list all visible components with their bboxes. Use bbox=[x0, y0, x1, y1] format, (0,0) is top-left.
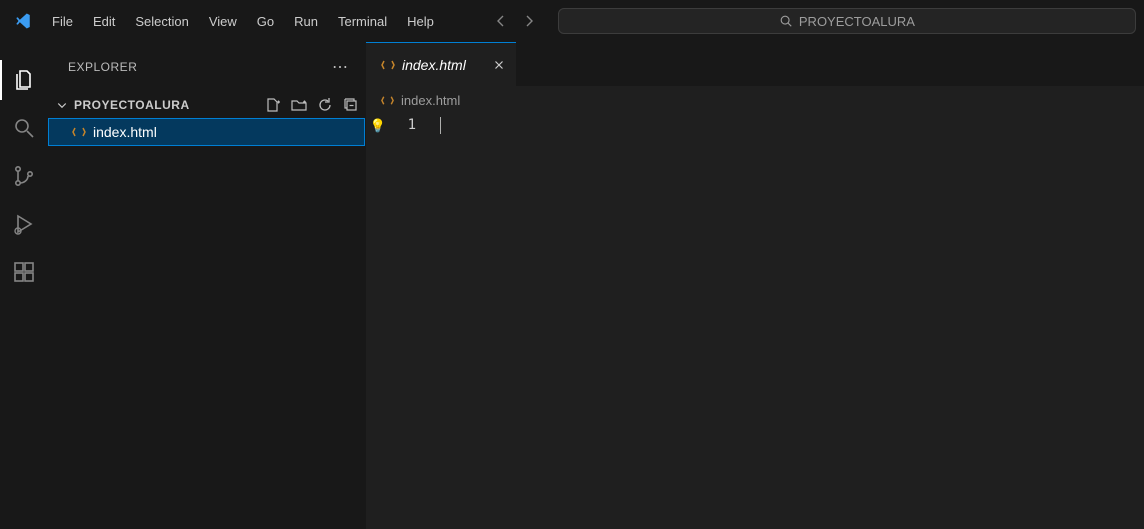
nav-arrows bbox=[488, 8, 542, 34]
folder-name: PROYECTOALURA bbox=[74, 98, 261, 112]
folder-header[interactable]: PROYECTOALURA bbox=[48, 92, 365, 118]
chevron-down-icon bbox=[54, 99, 70, 111]
html-file-icon bbox=[380, 93, 395, 108]
main: EXPLORER ⋯ PROYECTOALURA bbox=[0, 42, 1144, 529]
menu-help[interactable]: Help bbox=[397, 8, 444, 35]
activity-bar bbox=[0, 42, 48, 529]
activity-source-control[interactable] bbox=[0, 152, 48, 200]
menu-selection[interactable]: Selection bbox=[125, 8, 198, 35]
nav-forward-button[interactable] bbox=[516, 8, 542, 34]
menu-file[interactable]: File bbox=[42, 8, 83, 35]
refresh-icon[interactable] bbox=[317, 97, 333, 113]
menu-terminal[interactable]: Terminal bbox=[328, 8, 397, 35]
text-cursor bbox=[440, 117, 441, 134]
activity-run-debug[interactable] bbox=[0, 200, 48, 248]
vscode-logo-icon bbox=[8, 12, 38, 30]
line-number: 1 bbox=[390, 117, 424, 133]
explorer-header: EXPLORER ⋯ bbox=[48, 42, 365, 92]
activity-search[interactable] bbox=[0, 104, 48, 152]
menu-view[interactable]: View bbox=[199, 8, 247, 35]
collapse-all-icon[interactable] bbox=[343, 97, 359, 113]
glyph-margin: 💡 bbox=[366, 114, 390, 529]
activity-explorer[interactable] bbox=[0, 56, 48, 104]
tab-title: index.html bbox=[402, 57, 466, 73]
nav-back-button[interactable] bbox=[488, 8, 514, 34]
explorer-more-icon[interactable]: ⋯ bbox=[332, 57, 349, 77]
tab-index-html[interactable]: index.html bbox=[366, 42, 516, 86]
activity-extensions[interactable] bbox=[0, 248, 48, 296]
editor-area: index.html index.html 💡 1 bbox=[366, 42, 1144, 529]
html-file-icon bbox=[380, 57, 396, 73]
new-file-icon[interactable] bbox=[265, 97, 281, 113]
command-center-label: PROYECTOALURA bbox=[799, 14, 915, 29]
tabs-row: index.html bbox=[366, 42, 1144, 86]
explorer-sidebar: EXPLORER ⋯ PROYECTOALURA bbox=[48, 42, 366, 529]
menu-go[interactable]: Go bbox=[247, 8, 284, 35]
menu-run[interactable]: Run bbox=[284, 8, 328, 35]
html-file-icon bbox=[71, 124, 87, 140]
new-folder-icon[interactable] bbox=[291, 97, 307, 113]
search-icon bbox=[779, 14, 793, 28]
code-content[interactable] bbox=[424, 114, 1144, 529]
tree-item-index-html[interactable]: index.html bbox=[48, 118, 365, 146]
menu-edit[interactable]: Edit bbox=[83, 8, 125, 35]
explorer-title: EXPLORER bbox=[68, 60, 137, 74]
breadcrumb-item: index.html bbox=[401, 93, 460, 108]
lightbulb-icon[interactable]: 💡 bbox=[370, 118, 386, 134]
editor-body[interactable]: 💡 1 bbox=[366, 114, 1144, 529]
breadcrumb[interactable]: index.html bbox=[366, 86, 1144, 114]
command-center[interactable]: PROYECTOALURA bbox=[558, 8, 1136, 34]
tree-item-label: index.html bbox=[93, 124, 157, 140]
tab-close-icon[interactable] bbox=[492, 58, 506, 72]
title-bar: File Edit Selection View Go Run Terminal… bbox=[0, 0, 1144, 42]
line-numbers: 1 bbox=[390, 114, 424, 529]
menubar: File Edit Selection View Go Run Terminal… bbox=[42, 8, 444, 35]
folder-actions bbox=[265, 97, 359, 113]
